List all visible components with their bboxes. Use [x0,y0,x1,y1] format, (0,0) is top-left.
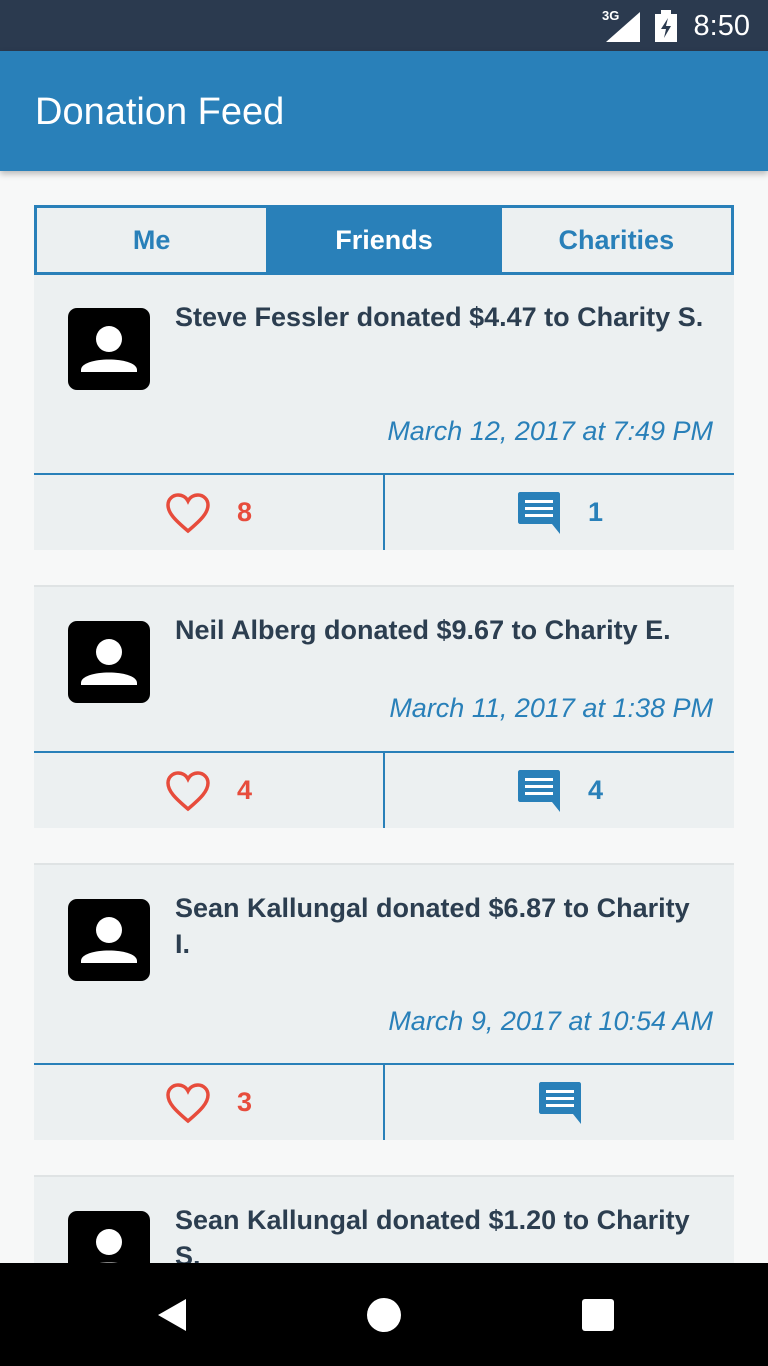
card-actions: 8 1 [34,473,734,550]
comment-button[interactable] [383,1065,734,1140]
battery-charging-icon [655,10,677,42]
comment-count: 1 [587,497,604,527]
like-button[interactable]: 3 [34,1065,383,1140]
person-icon [81,917,137,963]
like-count: 8 [236,497,253,527]
avatar[interactable] [68,308,150,390]
comment-count: 4 [587,775,604,805]
donation-feed: Steve Fessler donated $4.47 to Charity S… [34,275,734,1366]
heart-icon [166,770,210,811]
system-nav-bar [0,1263,768,1366]
person-icon [81,326,137,372]
feed-tabs: Me Friends Charities [34,205,734,275]
status-bar: 3G 8:50 [0,0,768,51]
tab-friends[interactable]: Friends [266,208,499,272]
card-actions: 4 4 [34,751,734,828]
comment-icon [538,1081,581,1124]
back-icon[interactable] [152,1295,192,1335]
donation-text: Sean Kallungal donated $6.87 to Charity … [175,893,690,959]
signal-icon [606,12,640,42]
like-button[interactable]: 4 [34,753,383,828]
tab-charities[interactable]: Charities [498,208,731,272]
comment-button[interactable]: 1 [383,475,734,550]
feed-card: Sean Kallungal donated $6.87 to Charity … [34,863,734,1140]
like-count: 3 [236,1087,253,1117]
tab-me[interactable]: Me [37,208,267,272]
clock: 8:50 [693,10,750,42]
comment-icon [517,769,560,812]
donation-text: Neil Alberg donated $9.67 to Charity E. [175,615,671,645]
donation-text: Steve Fessler donated $4.47 to Charity S… [175,302,704,332]
app-bar: Donation Feed [0,51,768,171]
avatar[interactable] [68,621,150,703]
like-count: 4 [236,775,253,805]
card-actions: 3 [34,1063,734,1140]
recents-icon[interactable] [578,1295,618,1335]
heart-icon [166,1082,210,1123]
feed-card: Steve Fessler donated $4.47 to Charity S… [34,275,734,550]
heart-icon [166,492,210,533]
like-button[interactable]: 8 [34,475,383,550]
feed-card: Neil Alberg donated $9.67 to Charity E. … [34,585,734,828]
person-icon [81,639,137,685]
donation-date: March 11, 2017 at 1:38 PM [389,693,713,723]
comment-icon [517,491,560,534]
donation-date: March 9, 2017 at 10:54 AM [388,1006,713,1036]
page-title: Donation Feed [35,91,285,133]
comment-button[interactable]: 4 [383,753,734,828]
home-icon[interactable] [364,1295,404,1335]
avatar[interactable] [68,899,150,981]
donation-date: March 12, 2017 at 7:49 PM [387,416,713,446]
